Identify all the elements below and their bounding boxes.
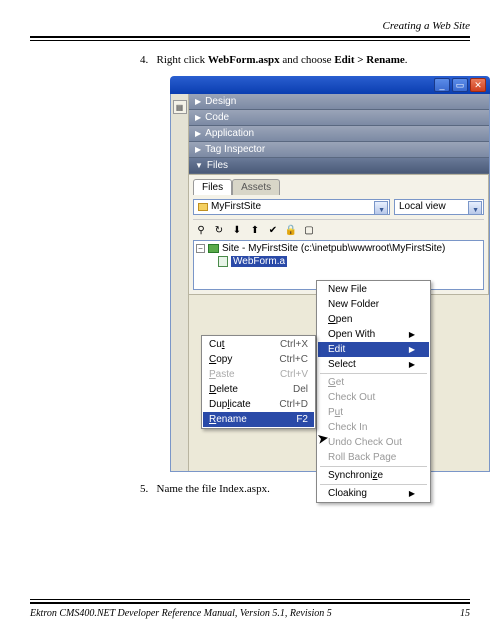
edit-submenu-rename[interactable]: RenameF2 [203, 412, 314, 427]
get-icon[interactable]: ⬇ [229, 222, 245, 238]
collapse-icon: ▼ [195, 161, 203, 170]
refresh-icon[interactable]: ↻ [211, 222, 227, 238]
submenu-arrow-icon: ▶ [409, 345, 415, 354]
tab-files[interactable]: Files [193, 179, 232, 195]
maximize-button[interactable]: ▭ [452, 78, 468, 92]
footer-page-number: 15 [460, 608, 470, 619]
edit-submenu-delete[interactable]: DeleteDel [203, 382, 314, 397]
tree-root-label: Site - MyFirstSite (c:\inetpub\wwwroot\M… [222, 243, 445, 254]
menu-roll-back: Roll Back Page [318, 450, 429, 465]
site-dropdown-value: MyFirstSite [211, 200, 261, 214]
step-5-number: 5. [140, 483, 148, 495]
left-rail: ▦ [171, 94, 189, 471]
menu-separator [320, 466, 427, 467]
context-menu: New File New Folder Open Open With▶ Edit… [316, 280, 431, 503]
panel-design-label: Design [205, 96, 236, 107]
page-footer: Ektron CMS400.NET Developer Reference Ma… [30, 599, 470, 619]
menu-separator [320, 484, 427, 485]
step-4-number: 4. [140, 54, 148, 66]
files-tabs: Files Assets [193, 179, 484, 195]
aspx-file-icon [218, 256, 228, 267]
edit-submenu: CutCtrl+XCopyCtrl+CPasteCtrl+VDeleteDelD… [201, 335, 316, 429]
panel-code[interactable]: ▶ Code [189, 110, 489, 126]
panel-stack: ▶ Design ▶ Code ▶ Application ▶ Tag Inspecto… [189, 94, 489, 295]
submenu-arrow-icon: ▶ [409, 330, 415, 339]
folder-icon [198, 203, 208, 211]
checkout-icon[interactable]: ✔ [265, 222, 281, 238]
close-button[interactable]: ✕ [470, 78, 486, 92]
app-body: ▦ ▶ Design ▶ Code ▶ Application ▶ Tag Inspec… [170, 94, 490, 472]
header-rule-thick [30, 36, 470, 38]
menu-edit[interactable]: Edit▶ [318, 342, 429, 357]
menu-separator [320, 373, 427, 374]
page-header-title: Creating a Web Site [30, 20, 470, 32]
footer-rule-thin [30, 599, 470, 600]
files-toolbar: ⚲ ↻ ⬇ ⬆ ✔ 🔒 ▢ [193, 219, 484, 240]
step-4: 4. Right click WebForm.aspx and choose E… [140, 53, 470, 68]
expand-icon: ▶ [195, 97, 201, 106]
chevron-down-icon: ▼ [472, 204, 479, 215]
expand-icon: ▶ [195, 113, 201, 122]
files-panel-body: Files Assets MyFirstSite ▼ Local view ▼ [189, 174, 489, 295]
chevron-down-icon: ▼ [378, 204, 385, 215]
panel-tag-inspector-label: Tag Inspector [205, 144, 265, 155]
minimize-button[interactable]: _ [434, 78, 450, 92]
menu-get: Get [318, 375, 429, 390]
panel-files[interactable]: ▼ Files [189, 158, 489, 174]
tree-root[interactable]: − Site - MyFirstSite (c:\inetpub\wwwroot… [196, 243, 481, 254]
menu-synchronize[interactable]: Synchronize [318, 468, 429, 483]
tree-file-label: WebForm.a [231, 256, 287, 267]
panel-tag-inspector[interactable]: ▶ Tag Inspector [189, 142, 489, 158]
rail-icon[interactable]: ▦ [173, 100, 187, 114]
header-rule-thin [30, 40, 470, 41]
menu-cloaking[interactable]: Cloaking▶ [318, 486, 429, 501]
menu-put: Put [318, 405, 429, 420]
edit-submenu-copy[interactable]: CopyCtrl+C [203, 352, 314, 367]
site-folder-icon [208, 244, 219, 253]
connect-icon[interactable]: ⚲ [193, 222, 209, 238]
menu-check-in: Check In [318, 420, 429, 435]
lock-icon[interactable]: 🔒 [283, 222, 299, 238]
footer-text: Ektron CMS400.NET Developer Reference Ma… [30, 608, 332, 619]
edit-submenu-cut[interactable]: CutCtrl+X [203, 337, 314, 352]
tab-assets[interactable]: Assets [232, 179, 280, 195]
submenu-arrow-icon: ▶ [409, 360, 415, 369]
menu-new-file[interactable]: New File [318, 282, 429, 297]
expand-icon: ▶ [195, 145, 201, 154]
menu-undo-check-out: Undo Check Out [318, 435, 429, 450]
view-dropdown[interactable]: Local view ▼ [394, 199, 484, 215]
put-icon[interactable]: ⬆ [247, 222, 263, 238]
site-dropdown[interactable]: MyFirstSite ▼ [193, 199, 390, 215]
panel-code-label: Code [205, 112, 229, 123]
expand-icon[interactable]: ▢ [301, 222, 317, 238]
panel-application[interactable]: ▶ Application [189, 126, 489, 142]
window-titlebar: _ ▭ ✕ [170, 76, 490, 94]
step-4-bold-menu: Edit > Rename [334, 54, 404, 66]
menu-check-out: Check Out [318, 390, 429, 405]
menu-select[interactable]: Select▶ [318, 357, 429, 372]
screenshot: _ ▭ ✕ ▦ ▶ Design ▶ Code ▶ Application ▶ Tag … [170, 76, 490, 472]
panel-files-label: Files [207, 160, 228, 171]
tree-collapse-icon[interactable]: − [196, 244, 205, 253]
menu-new-folder[interactable]: New Folder [318, 297, 429, 312]
step-4-text-a: Right click [157, 54, 208, 66]
footer-rule-thick [30, 602, 470, 604]
step-4-bold-file: WebForm.aspx [208, 54, 280, 66]
step-4-text-e: . [405, 54, 408, 66]
expand-icon: ▶ [195, 129, 201, 138]
step-4-text-c: and choose [280, 54, 335, 66]
menu-open-with[interactable]: Open With▶ [318, 327, 429, 342]
edit-submenu-paste: PasteCtrl+V [203, 367, 314, 382]
panel-application-label: Application [205, 128, 254, 139]
menu-open[interactable]: Open [318, 312, 429, 327]
submenu-arrow-icon: ▶ [409, 489, 415, 498]
tree-file[interactable]: WebForm.a [218, 256, 481, 267]
view-dropdown-value: Local view [399, 200, 446, 214]
panel-design[interactable]: ▶ Design [189, 94, 489, 110]
step-5-text: Name the file Index.aspx. [157, 483, 270, 495]
edit-submenu-duplicate[interactable]: DuplicateCtrl+D [203, 397, 314, 412]
